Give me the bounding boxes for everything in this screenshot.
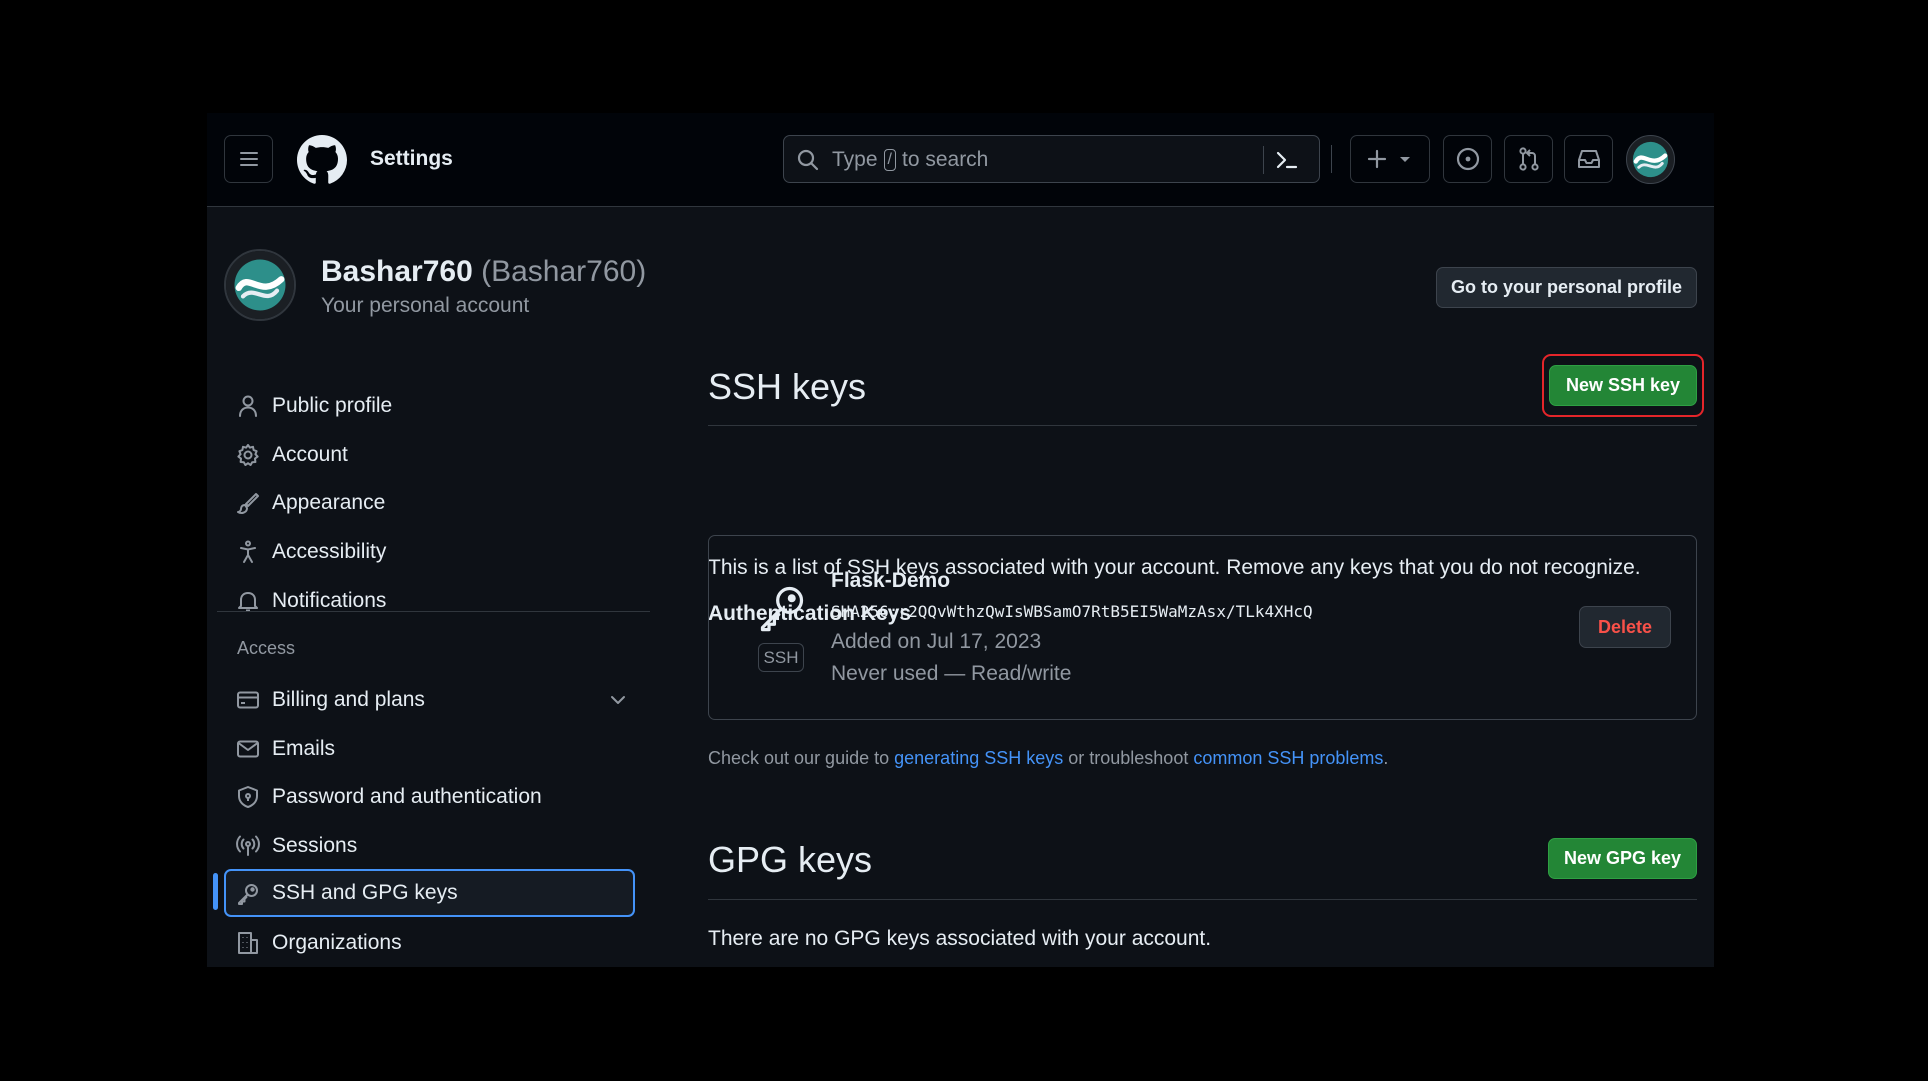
sidebar-item-notifications[interactable]: Notifications <box>224 579 642 623</box>
mail-icon <box>237 740 259 758</box>
user-name[interactable]: Bashar760 <box>321 255 473 288</box>
sidebar-item-label: Organizations <box>272 931 402 954</box>
common-ssh-problems-link[interactable]: common SSH problems <box>1193 748 1383 768</box>
new-gpg-key-button[interactable]: New GPG key <box>1548 838 1697 879</box>
sidebar-item-label: Account <box>272 443 348 466</box>
pull-requests-button[interactable] <box>1504 135 1553 183</box>
guide-suffix: . <box>1383 748 1389 768</box>
generating-ssh-keys-link[interactable]: generating SSH keys <box>894 748 1063 768</box>
key-icon <box>760 586 804 632</box>
ssh-heading-divider <box>708 425 1697 426</box>
sidebar-item-label: Appearance <box>272 491 386 514</box>
command-palette-button[interactable] <box>1274 147 1300 178</box>
search-icon <box>797 149 819 171</box>
ssh-key-added-date: Added on Jul 17, 2023 <box>831 630 1042 653</box>
sidebar-item-organizations[interactable]: Organizations <box>224 921 642 965</box>
github-mark-icon <box>297 135 347 184</box>
settings-window: Settings Type / to search Bashar760 (Bas… <box>207 113 1714 967</box>
gpg-description: There are no GPG keys associated with yo… <box>708 927 1212 950</box>
sidebar-item-label: Password and authentication <box>272 785 542 808</box>
plus-icon <box>1367 149 1387 169</box>
sidebar-item-ssh-gpg-keys[interactable]: SSH and GPG keys <box>224 869 635 917</box>
sidebar-item-password-auth[interactable]: Password and authentication <box>224 775 642 819</box>
github-logo[interactable] <box>297 135 347 190</box>
inbox-button[interactable] <box>1564 135 1613 183</box>
sidebar-item-label: Emails <box>272 737 336 760</box>
ssh-key-title: Flask-Demo <box>831 569 951 592</box>
key-icon <box>238 884 258 905</box>
shield-lock-icon <box>238 786 258 808</box>
page-title[interactable]: Settings <box>370 147 453 171</box>
sidebar-item-label: Public profile <box>272 394 393 417</box>
inbox-icon <box>1577 150 1600 168</box>
user-login: (Bashar760) <box>481 255 647 288</box>
header-divider <box>1331 145 1332 173</box>
new-ssh-key-button[interactable]: New SSH key <box>1549 365 1697 406</box>
guide-middle: or troubleshoot <box>1068 748 1189 768</box>
person-icon <box>239 395 257 417</box>
terminal-icon <box>1276 151 1298 169</box>
go-to-profile-button[interactable]: Go to your personal profile <box>1436 267 1697 308</box>
broadcast-icon <box>236 835 260 856</box>
sidebar-item-sessions[interactable]: Sessions <box>224 824 642 868</box>
hamburger-icon <box>239 152 258 166</box>
ssh-guide-text: Check out our guide to generating SSH ke… <box>708 748 1388 769</box>
search-shortcut-key: / <box>883 149 896 171</box>
sidebar-item-public-profile[interactable]: Public profile <box>224 384 642 428</box>
issues-button[interactable] <box>1443 135 1492 183</box>
user-avatar <box>224 249 296 321</box>
search-placeholder-suffix: to search <box>901 148 989 171</box>
sidebar-section-heading: Access <box>237 638 296 658</box>
triangle-down-icon <box>1400 157 1410 162</box>
gear-icon <box>237 444 259 466</box>
menu-button[interactable] <box>224 135 273 183</box>
sidebar-item-accessibility[interactable]: Accessibility <box>224 530 642 574</box>
issue-opened-icon <box>1456 147 1479 171</box>
active-indicator <box>213 873 218 910</box>
sidebar-item-appearance[interactable]: Appearance <box>224 481 642 525</box>
avatar-icon <box>1632 141 1669 178</box>
global-header: Settings Type / to search <box>207 113 1714 207</box>
search-input[interactable]: Type / to search <box>783 135 1320 183</box>
sidebar-item-billing[interactable]: Billing and plans <box>224 678 642 722</box>
sidebar-item-label: SSH and GPG keys <box>272 881 458 904</box>
gpg-heading-divider <box>708 899 1697 900</box>
sidebar-divider <box>217 611 650 612</box>
gpg-keys-heading: GPG keys <box>708 839 873 880</box>
ssh-keys-heading: SSH keys <box>708 366 867 407</box>
git-pull-request-icon <box>1518 147 1539 171</box>
bell-icon <box>238 592 258 612</box>
search-divider <box>1263 146 1264 174</box>
create-new-button[interactable] <box>1350 135 1430 183</box>
organization-icon <box>238 932 258 954</box>
user-avatar-button[interactable] <box>1626 135 1675 184</box>
search-placeholder-prefix: Type <box>832 148 878 171</box>
sidebar-item-label: Sessions <box>272 834 358 857</box>
chevron-down-icon[interactable] <box>608 690 628 710</box>
paintbrush-icon <box>237 493 259 514</box>
ssh-key-item: SSH Flask-Demo SHA256:r2QQvWthzQwIsWBSam… <box>708 535 1697 720</box>
accessibility-icon <box>240 540 256 563</box>
user-display-name[interactable]: Bashar760 (Bashar760) <box>321 255 646 289</box>
ssh-key-usage: Never used — Read/write <box>831 662 1072 685</box>
guide-prefix: Check out our guide to <box>708 748 890 768</box>
search-placeholder: Type / to search <box>832 148 988 172</box>
ssh-key-fingerprint: SHA256:r2QQvWthzQwIsWBSamO7RtB5EI5WaMzAs… <box>831 602 1313 621</box>
ssh-type-badge: SSH <box>758 643 804 672</box>
credit-card-icon <box>237 691 259 709</box>
sidebar-item-account[interactable]: Account <box>224 433 642 477</box>
avatar-icon <box>226 251 294 319</box>
delete-ssh-key-button[interactable]: Delete <box>1579 606 1671 648</box>
sidebar-item-label: Accessibility <box>272 540 387 563</box>
sidebar-item-label: Billing and plans <box>272 688 425 711</box>
user-subtitle: Your personal account <box>321 294 530 317</box>
sidebar-item-label: Notifications <box>272 589 387 612</box>
sidebar-item-emails[interactable]: Emails <box>224 727 642 771</box>
